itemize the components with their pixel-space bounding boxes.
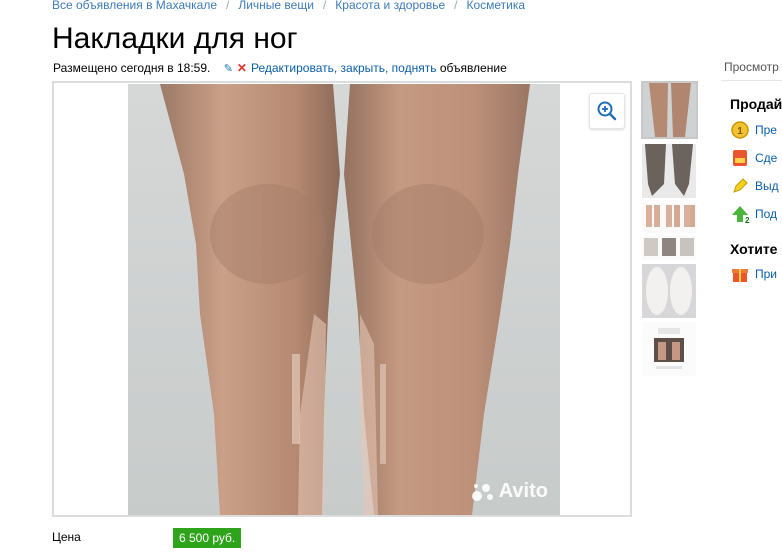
thumbnail-2[interactable]	[642, 144, 696, 198]
breadcrumb-link-beauty[interactable]: Красота и здоровье	[335, 0, 445, 12]
views-counter: Просмотр	[724, 60, 779, 74]
avito-logo-icon	[471, 483, 493, 501]
gift-box-icon	[730, 264, 750, 284]
thumbnail-image	[642, 264, 696, 318]
breadcrumb-link-cosmetics[interactable]: Косметика	[466, 0, 525, 12]
thumbnail-6[interactable]	[642, 322, 696, 376]
thumbnail-4[interactable]	[642, 236, 696, 260]
main-photo-frame: Avito	[52, 81, 632, 517]
right-column-header: Просмотр	[724, 60, 782, 74]
want-heading: Хотите	[730, 241, 778, 257]
watermark-text: Avito	[498, 480, 548, 502]
breadcrumb-link-all-ads[interactable]: Все объявления в Махачкале	[52, 0, 217, 12]
thumbnail-1[interactable]	[641, 81, 698, 139]
sell-option-label[interactable]: Выд	[755, 179, 779, 193]
zoom-button[interactable]	[589, 93, 625, 129]
thumbnail-image	[642, 203, 696, 233]
edit-ad-link[interactable]: Редактировать, закрыть, поднять	[251, 61, 436, 75]
breadcrumb-link-personal[interactable]: Личные вещи	[238, 0, 314, 12]
svg-text:1: 1	[737, 126, 743, 137]
edit-suffix: объявление	[439, 61, 507, 75]
breadcrumb-separator: /	[322, 0, 327, 12]
thumbnail-5[interactable]	[642, 264, 696, 318]
close-icon[interactable]: ✕	[237, 61, 247, 75]
breadcrumb: Все объявления в Махачкале / Личные вещи / К…	[52, 0, 525, 12]
highlighter-icon	[730, 176, 750, 196]
zoom-in-icon	[597, 101, 617, 121]
breadcrumb-separator: /	[454, 0, 458, 12]
svg-text:2: 2	[745, 216, 750, 224]
sell-option-raise[interactable]: 2 Под	[730, 204, 777, 225]
sell-option-label[interactable]: Сде	[755, 151, 777, 165]
posted-time: Размещено сегодня в 18:59.	[53, 61, 211, 75]
legs-photo-illustration	[128, 84, 560, 515]
vip-icon	[730, 148, 750, 168]
page-title: Накладки для ног	[52, 22, 298, 55]
price-badge: 6 500 руб.	[173, 528, 242, 548]
thumbnail-image	[642, 236, 696, 260]
sell-heading: Продай	[730, 96, 782, 112]
price-label: Цена	[52, 530, 81, 544]
arrow-up-2-icon: 2	[730, 204, 750, 225]
coin-1-icon: 1	[730, 120, 750, 140]
sell-option-label[interactable]: Под	[755, 207, 777, 221]
want-option[interactable]: При	[730, 264, 777, 284]
want-option-label[interactable]: При	[755, 267, 777, 281]
thumbnail-image	[642, 144, 696, 198]
posting-meta: Размещено сегодня в 18:59. ✎ ✕ Редактирова…	[53, 61, 507, 75]
sell-option-label[interactable]: Пре	[755, 123, 777, 137]
thumbnail-image	[643, 83, 696, 137]
main-photo[interactable]: Avito	[128, 84, 560, 515]
avito-watermark: Avito	[471, 480, 548, 503]
thumbnail-image	[642, 322, 696, 376]
breadcrumb-separator: /	[226, 0, 230, 12]
sell-option-vip[interactable]: Сде	[730, 148, 777, 168]
sell-option-premium[interactable]: 1 Пре	[730, 120, 777, 140]
divider	[721, 80, 782, 81]
sell-option-highlight[interactable]: Выд	[730, 176, 779, 196]
pencil-icon[interactable]: ✎	[224, 63, 233, 75]
